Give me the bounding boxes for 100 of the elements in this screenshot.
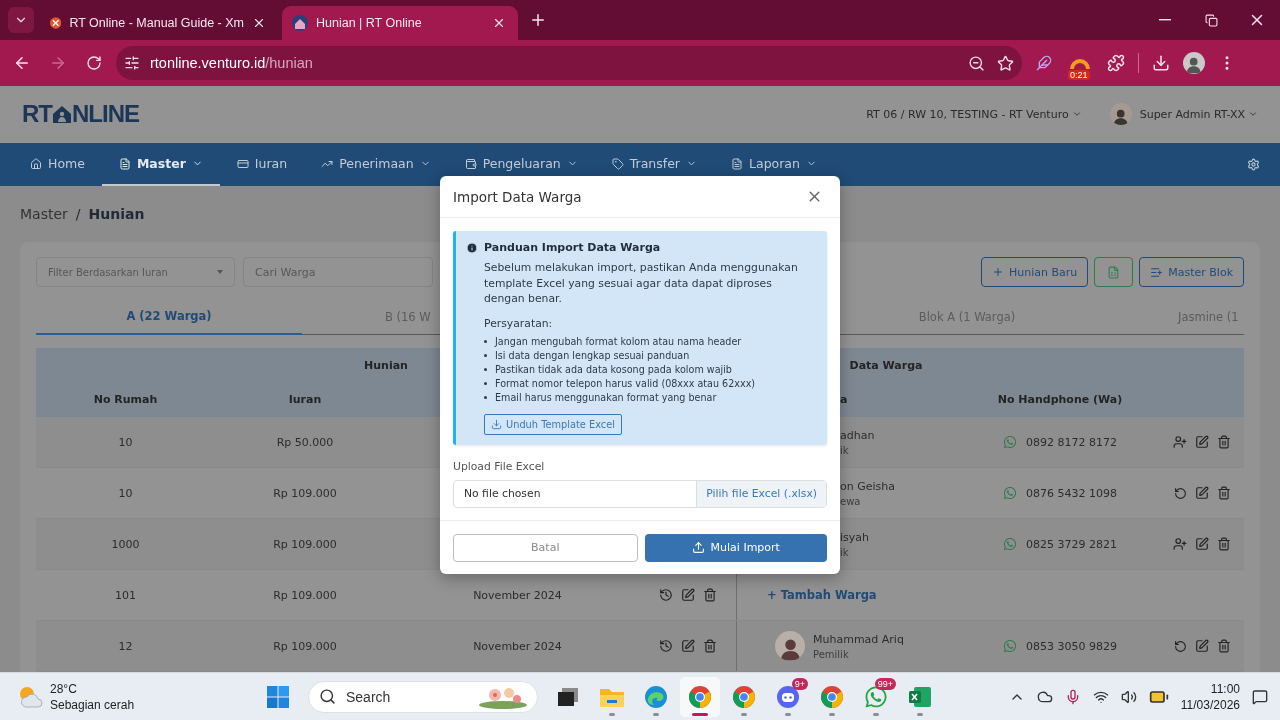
- taskbar-app[interactable]: 9+: [768, 676, 808, 717]
- user-avatar: [1109, 103, 1132, 126]
- table-cell: Rp 109.000: [273, 537, 337, 551]
- spreadsheet-icon: [908, 684, 932, 709]
- browser-tab[interactable]: RT Online - Manual Guide - Xm: [40, 6, 276, 40]
- clock[interactable]: 11:00 11/03/2026: [1180, 680, 1240, 713]
- download-template-button[interactable]: Unduh Template Excel: [484, 413, 622, 435]
- weather-text: Sebagian cerah: [50, 696, 135, 713]
- delete-icon[interactable]: [1216, 639, 1231, 653]
- table-cell: 10: [118, 435, 133, 449]
- history-icon[interactable]: [659, 588, 673, 602]
- table-cell: 1000: [111, 537, 140, 551]
- taskbar-search[interactable]: Search: [308, 680, 538, 713]
- add-user-icon[interactable]: [1173, 435, 1187, 449]
- bookmark-star-icon[interactable]: [997, 54, 1014, 72]
- settings-icon[interactable]: [1247, 158, 1260, 171]
- nav-item[interactable]: Iuran: [219, 142, 305, 187]
- bullet-icon: [484, 339, 487, 343]
- reset-icon[interactable]: [1173, 486, 1187, 500]
- user-menu[interactable]: Super Admin RT-XX: [1139, 107, 1258, 121]
- nav-item[interactable]: Master: [101, 142, 220, 187]
- phone-number: 0876 5432 1098: [1026, 486, 1117, 500]
- add-warga-link[interactable]: + Tambah Warga: [767, 588, 877, 602]
- reset-icon[interactable]: [1173, 639, 1187, 653]
- favicon-icon: [50, 15, 62, 31]
- add-user-icon[interactable]: [1173, 537, 1187, 551]
- start-grid-icon: [267, 685, 289, 708]
- edit-icon[interactable]: [1194, 639, 1209, 653]
- browser-tab[interactable]: Hunian | RT Online: [282, 6, 518, 40]
- guide-text: Sebelum melakukan import, pastikan Anda menggunakan template Excel yang sesuai agar data dapat diproses dengan benar.: [484, 260, 799, 307]
- resident-name: isyah: [840, 530, 869, 544]
- resident-role: ik: [840, 546, 850, 558]
- temperature: 28°C: [50, 680, 78, 697]
- location-selector[interactable]: RT 06 / RW 10, TESTING - RT Venturo: [866, 107, 1082, 121]
- upload-icon: [691, 541, 705, 554]
- tab-title: Hunian | RT Online: [316, 16, 423, 30]
- browser-icon: [732, 684, 756, 709]
- document-icon: [731, 157, 743, 170]
- table-cell: 10: [118, 486, 133, 500]
- master-blok-button[interactable]: Master Blok: [1139, 257, 1244, 287]
- guide-title: Panduan Import Data Warga: [484, 241, 662, 254]
- logo-text: NLINE: [72, 100, 139, 129]
- edit-icon[interactable]: [681, 588, 695, 602]
- notification-badge: 99+: [874, 677, 896, 690]
- table-cell: Rp 109.000: [273, 588, 337, 602]
- nav-item[interactable]: Pengeluaran: [447, 142, 595, 187]
- cancel-button[interactable]: Batal: [453, 533, 638, 562]
- notification-icon[interactable]: [1252, 688, 1268, 705]
- tab-search-button[interactable]: [8, 7, 34, 33]
- start-import-button[interactable]: Mulai Import: [644, 533, 827, 562]
- delete-icon[interactable]: [1217, 537, 1231, 551]
- delete-icon[interactable]: [703, 639, 717, 653]
- delete-icon[interactable]: [1216, 486, 1231, 500]
- zoom-icon[interactable]: [968, 54, 985, 72]
- choose-file-button[interactable]: Pilih file Excel (.xlsx): [696, 480, 826, 507]
- close-icon: [492, 16, 506, 30]
- upload-label: Upload File Excel: [453, 459, 546, 473]
- tab-title: RT Online - Manual Guide - Xm: [69, 16, 244, 30]
- column-header: No Handphone (Wa): [997, 393, 1123, 406]
- nav-item[interactable]: Laporan: [714, 142, 834, 187]
- requirement-text: Pastikan tidak ada data kosong pada kolom wajib: [495, 363, 732, 375]
- browser-icon: [688, 684, 712, 709]
- column-header: Iuran: [288, 393, 322, 406]
- download-icon[interactable]: [1152, 54, 1170, 72]
- block-tab[interactable]: A (22 Warga): [36, 299, 302, 335]
- extension-button[interactable]: 0:21: [1066, 49, 1094, 77]
- table-cell: November 2024: [473, 639, 562, 653]
- nav-item[interactable]: Transfer: [594, 142, 714, 187]
- address-bar[interactable]: rtonline.venturo.id/hunian: [116, 46, 1022, 80]
- bullet-icon: [484, 353, 487, 357]
- volume-icon[interactable]: [1120, 688, 1137, 705]
- feather-icon[interactable]: [1036, 55, 1052, 71]
- extensions-icon[interactable]: [1107, 54, 1125, 72]
- nav-item[interactable]: Home: [20, 142, 102, 187]
- tag-icon: [611, 157, 624, 170]
- history-icon[interactable]: [659, 639, 673, 653]
- resident-avatar: [775, 631, 805, 661]
- edit-icon[interactable]: [1195, 435, 1209, 449]
- requirement-text: Jangan mengubah format kolom atau nama header: [495, 335, 742, 347]
- file-input[interactable]: No file chosen Pilih file Excel (.xlsx): [453, 479, 827, 508]
- new-hunian-button[interactable]: Hunian Baru: [980, 257, 1089, 287]
- list-plus-icon: [1150, 265, 1164, 279]
- taskbar-app[interactable]: 99+: [856, 676, 896, 717]
- edit-icon[interactable]: [1194, 486, 1209, 500]
- dialog-title: Import Data Warga: [453, 188, 582, 205]
- edit-icon[interactable]: [1195, 537, 1209, 551]
- profile-avatar[interactable]: [1183, 52, 1205, 74]
- favicon-icon: [292, 15, 308, 31]
- edit-icon[interactable]: [681, 639, 695, 653]
- group-header: Data Warga: [849, 358, 923, 372]
- nav-item[interactable]: Penerimaan: [304, 142, 448, 187]
- house-logo-icon: [52, 104, 72, 125]
- table-cell: 12: [118, 639, 133, 653]
- plus-icon: [991, 266, 1004, 278]
- phone-number: 0853 3050 9829: [1026, 639, 1117, 653]
- breadcrumb-item[interactable]: Master: [20, 206, 68, 223]
- notification-badge: 9+: [791, 677, 808, 690]
- table-cell: Rp 109.000: [273, 639, 337, 653]
- delete-icon[interactable]: [703, 588, 717, 602]
- delete-icon[interactable]: [1217, 435, 1231, 449]
